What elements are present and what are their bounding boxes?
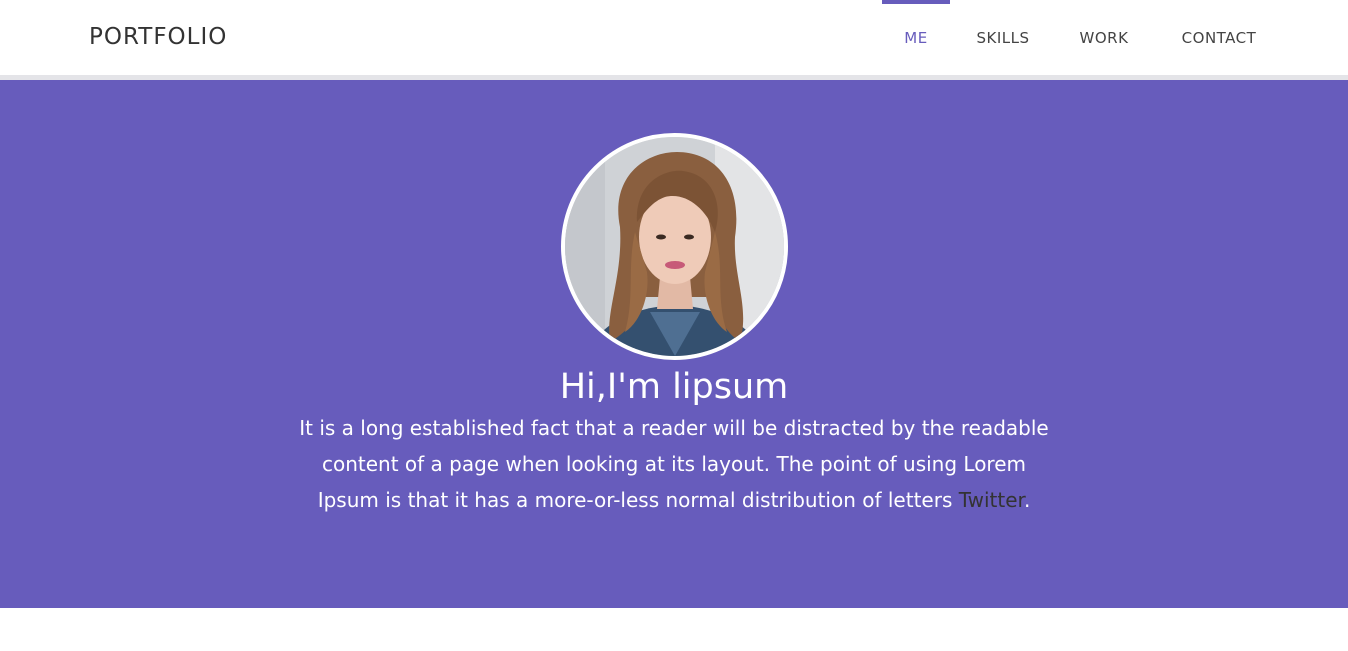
brand-logo[interactable]: PORTFOLIO — [89, 23, 227, 51]
hero-description: It is a long established fact that a rea… — [294, 410, 1054, 518]
nav-item-me[interactable]: ME — [882, 0, 950, 75]
hero-text-body: It is a long established fact that a rea… — [299, 416, 1049, 512]
nav-item-contact[interactable]: CONTACT — [1165, 0, 1273, 75]
profile-avatar — [561, 133, 788, 360]
hero-text-end: . — [1023, 488, 1031, 512]
nav-item-work[interactable]: WORK — [1068, 0, 1140, 75]
profile-photo-icon — [565, 137, 784, 356]
top-navbar: PORTFOLIO ME SKILLS WORK CONTACT — [0, 0, 1348, 75]
hero-title: Hi,I'm lipsum — [559, 367, 789, 407]
twitter-link[interactable]: Twitter — [959, 488, 1024, 512]
nav-item-skills[interactable]: SKILLS — [965, 0, 1041, 75]
